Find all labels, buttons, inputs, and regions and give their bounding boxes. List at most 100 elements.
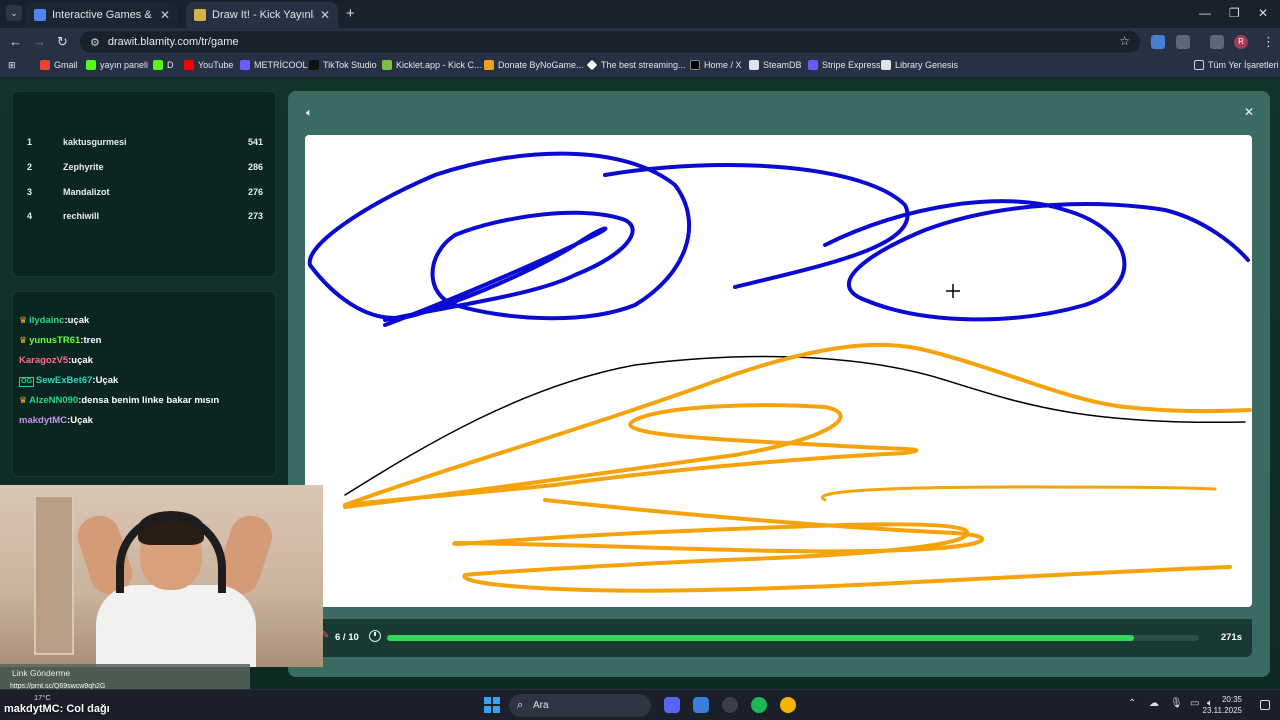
tab-search-button[interactable]: ⌄ [6,5,22,21]
bookmarks-bar: ⊞ Gmail yayın paneli D YouTube METRİCOOL… [0,56,1280,78]
chat-user: KaragozV5 [19,355,69,366]
book-icon [881,60,891,70]
clock-date: 23.11.2025 [1202,706,1242,715]
clock[interactable]: 20:35 23.11.2025 [1203,694,1242,716]
drawing-strokes [307,151,1252,593]
spotify-icon[interactable] [751,697,767,713]
bookmark-steamdb[interactable]: SteamDB [749,60,802,70]
chat-message: KaragozV5:uçak [19,355,93,366]
browser-toolbar: ← → ↻ ⚙ drawit.blamity.com/tr/game ☆ R ⋮ [0,28,1280,56]
bookmark-d[interactable]: D [153,60,174,70]
player-score: 276 [247,187,263,197]
all-bookmarks[interactable]: Tüm Yer İşaretleri [1194,60,1279,70]
leaderboard-row: 2 Zephyrite 286 [27,162,263,178]
metricool-icon [240,60,250,70]
player-score: 273 [247,211,263,221]
taskbar-search[interactable]: ⌕ Ara [509,694,651,717]
tab-draw-it[interactable]: Draw It! - Kick Yayınları İçin Çizim ✕ [186,2,338,28]
tray-chevron-icon[interactable]: ⌃ [1128,698,1136,709]
blue-stroke [823,199,1250,322]
network-icon[interactable]: ▭ [1190,698,1199,709]
chat-message: ♛ AlzeNN090:densa benim linke bakar mısın [19,395,219,406]
new-tab-button[interactable]: + [346,5,355,22]
player-score: 541 [247,137,263,147]
notice-title: Link Gönderme [12,668,71,678]
close-tab-icon[interactable]: ✕ [320,8,330,22]
clock-time: 20:35 [1221,695,1242,704]
bookmark-kicklet[interactable]: Kicklet.app - Kick C... [382,60,482,70]
back-icon[interactable]: ← [9,34,22,49]
extensions-icon[interactable] [1176,35,1190,49]
tab-interactive-games[interactable]: Interactive Games & Streaming ✕ [26,2,178,28]
bookmark-x[interactable]: Home / X [690,60,742,70]
chrome-icon[interactable] [780,697,796,713]
apps-icon[interactable]: ⊞ [8,60,16,71]
bookmark-best-streaming[interactable]: The best streaming... [586,59,686,71]
gmail-icon [40,60,50,70]
reload-icon[interactable]: ↻ [57,34,68,50]
discord-icon[interactable] [664,697,680,713]
chat-user: makdytMC [19,415,68,426]
crosshair-cursor-icon [946,284,960,298]
obs-icon[interactable] [722,697,738,713]
close-tab-icon[interactable]: ✕ [160,8,170,22]
steamdb-icon [749,60,759,70]
bookmark-stripe-express[interactable]: Stripe Express [808,60,881,70]
orange-stroke [821,485,1217,502]
bookmark-library-genesis[interactable]: Library Genesis [881,60,958,70]
taskbar: 17°C ⌕ Ara ⌃ ☁ 🎙︎ ▭ 🔈︎ 20:35 23.11.2025 [0,689,1280,720]
leaderboard-row: 4 rechiwill 273 [27,211,263,227]
bookmark-gmail[interactable]: Gmail [40,60,78,70]
tab-title: Draw It! - Kick Yayınları İçin Çizim [212,9,314,21]
chat-user: yunusTR61 [29,335,81,346]
tab-favicon [34,9,46,21]
bookmark-star-icon[interactable]: ☆ [1119,34,1130,48]
app-icon[interactable] [693,697,709,713]
translate-icon[interactable] [1151,35,1165,49]
search-label: Ara [533,700,549,711]
game-status-bar: ✎ 6 / 10 271s [305,619,1252,657]
blue-stroke [307,151,692,327]
media-icon[interactable] [1210,35,1224,49]
time-remaining: 271s [1220,632,1242,643]
youtube-icon [184,60,194,70]
cloud-icon[interactable]: ☁ [1149,698,1159,709]
address-bar[interactable]: ⚙ drawit.blamity.com/tr/game ☆ [80,31,1140,53]
player-name: Zephyrite [63,162,104,172]
orange-stroke [452,498,1232,593]
bookmark-youtube[interactable]: YouTube [184,60,233,70]
overlay-chat-text: : Col dağı [59,703,110,715]
chat-panel: ♛ ilydainc:uçak ♛ yunusTR61:tren KaragozV5… [12,291,276,477]
close-window-icon[interactable]: ✕ [1258,6,1268,20]
chat-message: ♛ ilydainc:uçak [19,315,89,326]
rank: 1 [27,137,33,147]
bookmark-tiktok-studio[interactable]: TikTok Studio [309,60,377,70]
bookmark-yayin-paneli[interactable]: yayın paneli [86,60,148,70]
weather-widget[interactable]: 17°C [34,693,51,702]
player-name: rechiwill [63,211,100,221]
drawing-canvas[interactable] [305,135,1252,607]
player-name: Mandalizot [63,187,110,197]
bookmark-metricool[interactable]: METRİCOOL [240,60,308,70]
sound-icon[interactable]: 🔈︎ [306,107,313,120]
close-icon[interactable]: ✕ [1244,105,1254,119]
minimize-icon[interactable]: — [1199,6,1211,20]
rank: 2 [27,162,33,172]
overlay-chat-user: makdytMC [4,703,60,715]
forward-icon[interactable]: → [33,34,46,49]
tab-title: Interactive Games & Streaming [52,9,154,21]
notifications-icon[interactable] [1260,700,1270,710]
microphone-icon[interactable]: 🎙︎ [1170,698,1183,709]
time-progress-fill [387,635,1135,641]
restore-icon[interactable]: ❐ [1229,6,1240,20]
chat-text: :uçak [68,355,93,366]
folder-icon [1194,60,1204,70]
bookmark-bynogame[interactable]: Donate ByNoGame... [484,60,584,70]
windows-start-icon[interactable] [484,697,500,713]
menu-icon[interactable]: ⋮ [1262,34,1275,50]
rank: 4 [27,211,33,221]
profile-avatar[interactable]: R [1234,35,1248,49]
chat-message: makdytMC:Uçak [19,415,93,426]
site-info-icon[interactable]: ⚙ [90,36,100,49]
crown-icon: ♛ [19,395,28,405]
